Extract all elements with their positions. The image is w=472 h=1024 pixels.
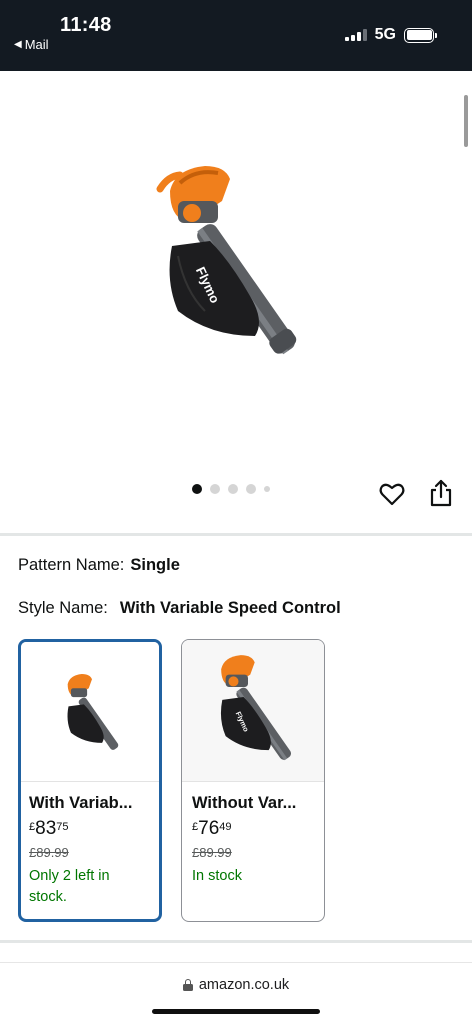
heart-icon xyxy=(379,483,405,506)
section-divider xyxy=(0,940,472,943)
pattern-value: Single xyxy=(130,556,180,574)
status-icons: 5G xyxy=(344,26,437,44)
option-stock-status: In stock xyxy=(192,868,242,884)
home-indicator[interactable] xyxy=(152,1009,320,1014)
product-image-gallery[interactable]: Flymo xyxy=(0,71,472,536)
wishlist-button[interactable] xyxy=(378,480,406,508)
style-value: With Variable Speed Control xyxy=(119,599,341,617)
style-option-card[interactable]: Flymo Without Var... £76 49 £89.99 In sto… xyxy=(181,639,325,922)
pagination-dot[interactable] xyxy=(228,484,238,494)
lock-icon xyxy=(182,979,193,991)
section-divider xyxy=(0,533,472,536)
back-to-mail-button[interactable]: ◀ Mail xyxy=(14,37,49,52)
style-name-row: Style Name: With Variable Speed Control xyxy=(18,599,341,618)
back-label: Mail xyxy=(24,37,49,52)
browser-address-bar[interactable]: amazon.co.uk xyxy=(0,962,472,1024)
scrollbar[interactable] xyxy=(464,95,468,147)
signal-icon xyxy=(344,29,367,41)
pattern-label: Pattern Name: xyxy=(18,556,125,574)
back-triangle-icon: ◀ xyxy=(14,39,22,50)
pagination-dot[interactable] xyxy=(210,484,220,494)
share-button[interactable] xyxy=(428,478,454,508)
share-icon xyxy=(430,479,452,507)
product-image[interactable]: Flymo xyxy=(150,161,320,371)
option-rrp: £89.99 xyxy=(29,845,69,860)
option-thumbnail: Flymo xyxy=(182,640,324,782)
image-pagination[interactable] xyxy=(192,484,270,494)
url-display[interactable]: amazon.co.uk xyxy=(0,977,472,993)
option-price: £83 75 xyxy=(29,818,69,839)
option-stock-status: Only 2 left in stock. xyxy=(29,868,110,905)
style-options: With Variab... £83 75 £89.99 Only 2 left … xyxy=(18,639,325,922)
style-option-card[interactable]: With Variab... £83 75 £89.99 Only 2 left … xyxy=(18,639,162,922)
pattern-name-row: Pattern Name: Single xyxy=(18,556,180,575)
option-price: £76 49 xyxy=(192,818,232,839)
network-type: 5G xyxy=(374,26,396,43)
option-rrp: £89.99 xyxy=(192,845,232,860)
clock: 11:48 xyxy=(60,14,112,36)
option-title: With Variab... xyxy=(29,794,133,812)
option-thumbnail xyxy=(21,642,159,782)
status-bar: 11:48 ◀ Mail 5G xyxy=(0,0,472,71)
pagination-dot[interactable] xyxy=(192,484,202,494)
pagination-dot[interactable] xyxy=(264,486,270,492)
option-title: Without Var... xyxy=(192,794,297,812)
url-text: amazon.co.uk xyxy=(198,977,290,993)
battery-icon xyxy=(404,27,437,43)
style-label: Style Name: xyxy=(18,599,108,617)
pagination-dot[interactable] xyxy=(246,484,256,494)
